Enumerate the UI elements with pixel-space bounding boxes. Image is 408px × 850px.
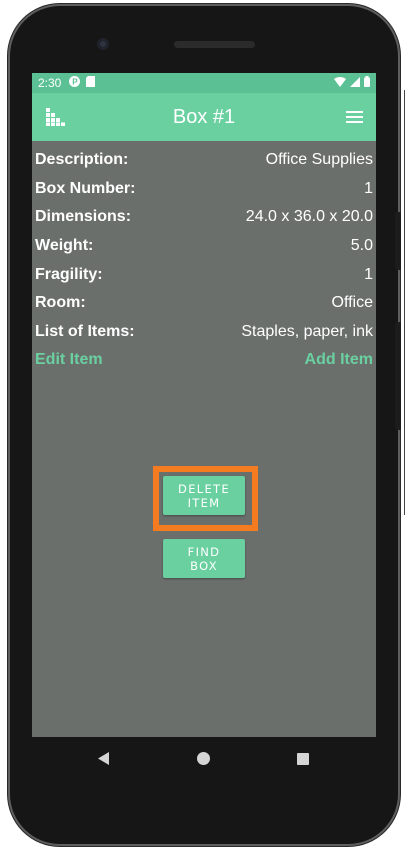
find-button-label-line2: BOX (190, 558, 218, 573)
page-title: Box #1 (172, 105, 236, 128)
detail-row-weight: Weight: 5.0 (35, 232, 373, 261)
detail-row-box-number: Box Number: 1 (35, 175, 373, 204)
volume-button[interactable] (395, 212, 401, 270)
status-bar: 2:30 P (32, 73, 376, 93)
detail-label: Weight: (35, 237, 94, 255)
detail-label: List of Items: (35, 322, 135, 340)
detail-row-fragility: Fragility: 1 (35, 260, 373, 289)
device-edge-line (404, 90, 405, 515)
detail-label: Description: (35, 151, 129, 169)
detail-label: Fragility: (35, 265, 103, 283)
find-button-label-line1: FIND (187, 544, 221, 559)
detail-value: 1 (364, 179, 373, 197)
system-nav-bar (32, 737, 376, 781)
edit-item-link[interactable]: Edit Item (35, 351, 103, 369)
app-bar: Box #1 (32, 93, 376, 141)
detail-row-items: List of Items: Staples, paper, ink (35, 318, 373, 347)
power-button[interactable] (395, 322, 401, 430)
sd-card-icon (86, 76, 96, 90)
box-details: Description: Office Supplies Box Number:… (32, 141, 376, 375)
detail-value: 24.0 x 36.0 x 20.0 (245, 208, 373, 226)
battery-icon (364, 76, 370, 90)
hamburger-menu-icon[interactable] (346, 111, 363, 124)
detail-value: Office (331, 294, 374, 312)
detail-label: Dimensions: (35, 208, 132, 226)
notification-p-icon: P (69, 76, 81, 90)
detail-label: Box Number: (35, 179, 136, 197)
front-camera (97, 38, 109, 50)
back-icon[interactable] (98, 752, 109, 770)
delete-item-button[interactable]: DELETE ITEM (163, 476, 245, 515)
detail-label: Room: (35, 294, 86, 312)
action-links: Edit Item Add Item (35, 346, 373, 375)
delete-button-label-line1: DELETE (178, 481, 230, 496)
cell-signal-icon (350, 76, 360, 90)
find-box-button[interactable]: FIND BOX (163, 539, 245, 578)
recent-apps-icon[interactable] (297, 753, 309, 765)
status-time: 2:30 (38, 76, 62, 90)
detail-value: 5.0 (350, 237, 373, 255)
detail-value: Office Supplies (265, 151, 373, 169)
detail-value: Staples, paper, ink (241, 322, 373, 340)
detail-row-dimensions: Dimensions: 24.0 x 36.0 x 20.0 (35, 203, 373, 232)
wifi-icon (334, 76, 346, 90)
app-screen: 2:30 P Box #1 Description: Office Suppli… (32, 73, 376, 737)
svg-text:P: P (73, 78, 79, 87)
detail-row-room: Room: Office (35, 289, 373, 318)
detail-row-description: Description: Office Supplies (35, 146, 373, 175)
home-icon[interactable] (197, 752, 210, 765)
add-item-link[interactable]: Add Item (305, 351, 373, 369)
stacked-boxes-icon[interactable] (46, 108, 66, 131)
earpiece-speaker (174, 41, 255, 48)
detail-value: 1 (364, 265, 373, 283)
delete-button-label-line2: ITEM (187, 495, 221, 510)
